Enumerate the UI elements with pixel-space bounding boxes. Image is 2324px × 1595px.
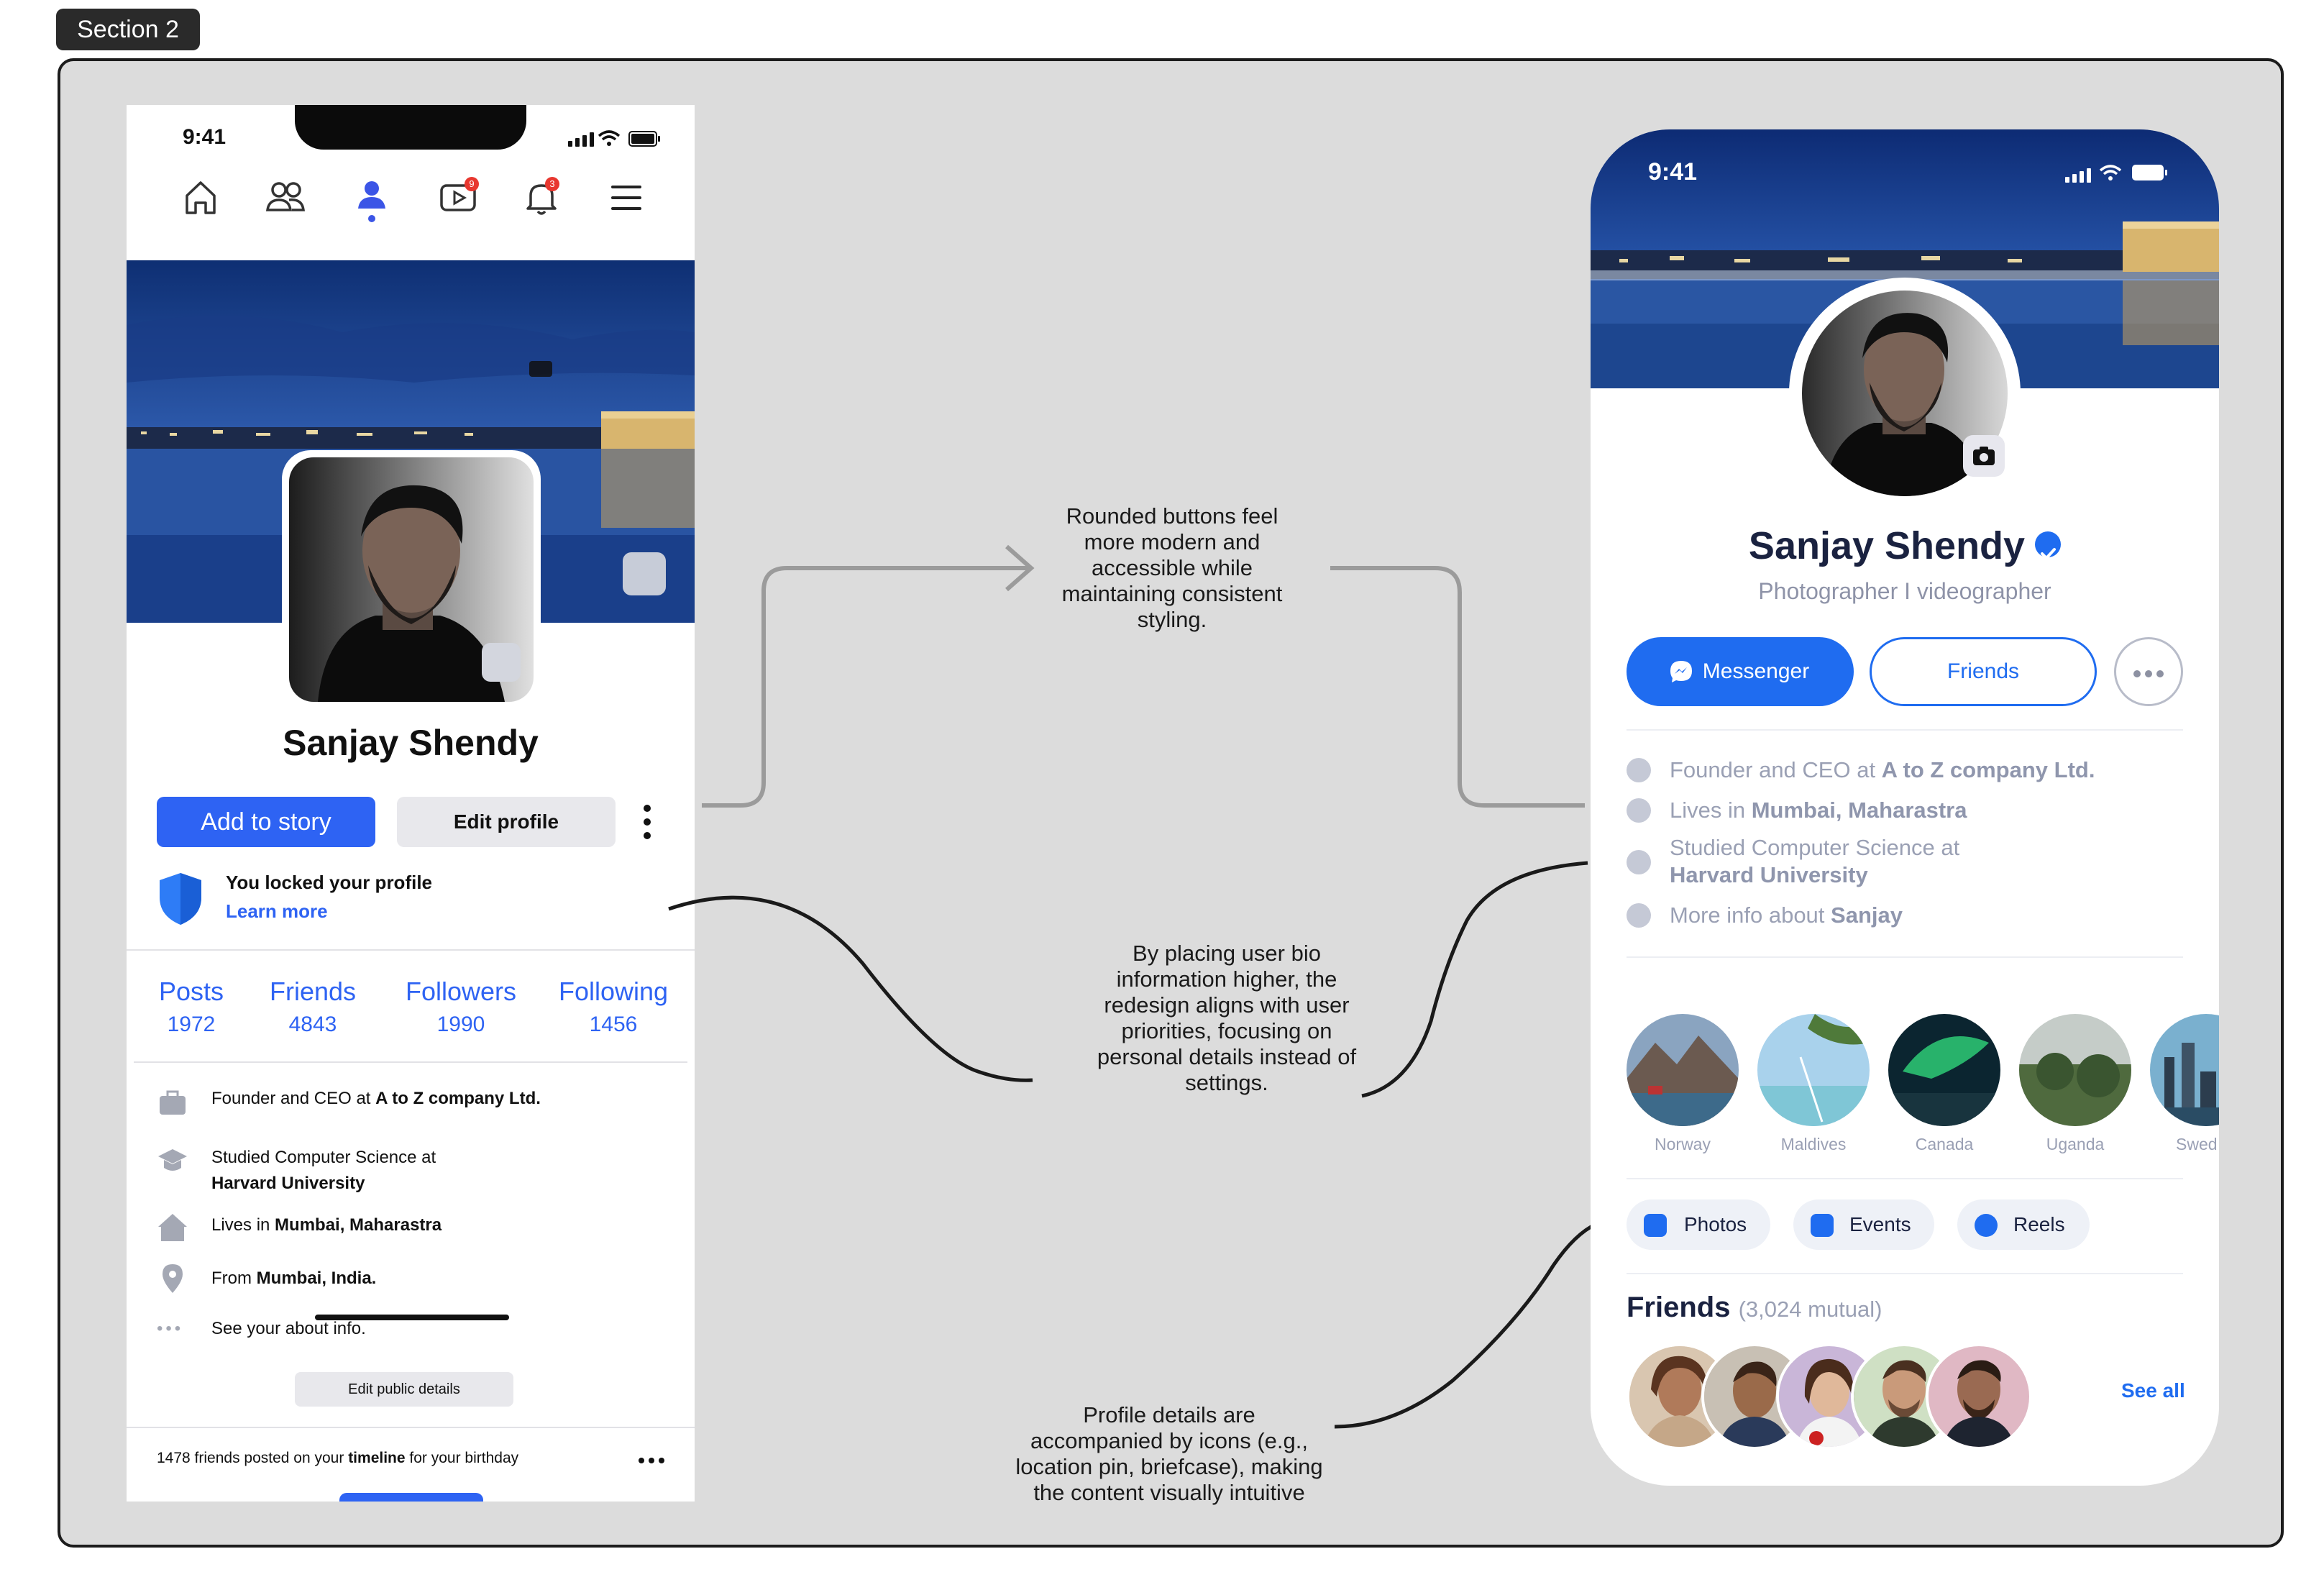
- verified-badge-icon: [2035, 531, 2062, 559]
- play-icon: [1975, 1214, 1998, 1237]
- more-info-link[interactable]: More info about Sanjay: [1670, 902, 1903, 929]
- place-canada[interactable]: Canada: [1888, 1014, 2000, 1154]
- place-sweden[interactable]: Swed: [2150, 1014, 2219, 1154]
- more-options-button[interactable]: [2114, 637, 2183, 706]
- friends-button[interactable]: Friends: [1870, 637, 2097, 706]
- status-time: 9:41: [1648, 158, 1698, 186]
- divider: [1627, 1178, 2183, 1179]
- annotation-icons: Profile details are accompanied by icons…: [1015, 1402, 1323, 1505]
- profile-name: Sanjay Shendy: [1591, 524, 2219, 568]
- friend-avatar[interactable]: [1926, 1343, 2032, 1450]
- divider: [1627, 729, 2183, 731]
- annotation-rounded-buttons: Rounded buttons feel more modern and acc…: [1061, 503, 1283, 632]
- lives-in-info: Lives in Mumbai, Maharastra: [1670, 798, 1967, 823]
- info-icon: [1627, 903, 1651, 928]
- divider: [1627, 956, 2183, 958]
- place-uganda[interactable]: Uganda: [2019, 1014, 2131, 1154]
- profile-subtitle: Photographer I videographer: [1758, 578, 2051, 604]
- annotation-bio-placement: By placing user bio information higher, …: [1097, 941, 1357, 1095]
- briefcase-icon: [1627, 758, 1651, 782]
- home-icon: [1627, 798, 1651, 823]
- messenger-button[interactable]: Messenger: [1627, 637, 1854, 706]
- work-info: Founder and CEO at A to Z company Ltd.: [1670, 757, 2095, 782]
- place-norway[interactable]: Norway: [1627, 1014, 1739, 1154]
- education-icon: [1627, 850, 1651, 874]
- friends-heading: Friends (3,024 mutual): [1627, 1292, 1882, 1323]
- redesigned-profile-screen: 9:41 Sanjay Shendy Photographer I videog…: [1591, 129, 2219, 1486]
- reels-chip[interactable]: Reels: [1957, 1199, 2090, 1250]
- photos-chip[interactable]: Photos: [1627, 1199, 1770, 1250]
- place-maldives[interactable]: Maldives: [1757, 1014, 1870, 1154]
- signal-icon: [2065, 168, 2091, 183]
- messenger-icon: [1670, 661, 1692, 682]
- education-info: Studied Computer Science at Harvard Unive…: [1670, 835, 1960, 887]
- events-chip[interactable]: Events: [1793, 1199, 1934, 1250]
- battery-icon: [2132, 165, 2167, 180]
- wifi-icon: [2099, 165, 2122, 180]
- camera-badge[interactable]: [1963, 435, 2005, 477]
- camera-icon: [1973, 447, 1995, 465]
- photos-icon: [1644, 1214, 1667, 1237]
- divider: [1627, 1273, 2183, 1274]
- see-all-friends-link[interactable]: See all: [2121, 1379, 2185, 1402]
- calendar-icon: [1811, 1214, 1834, 1237]
